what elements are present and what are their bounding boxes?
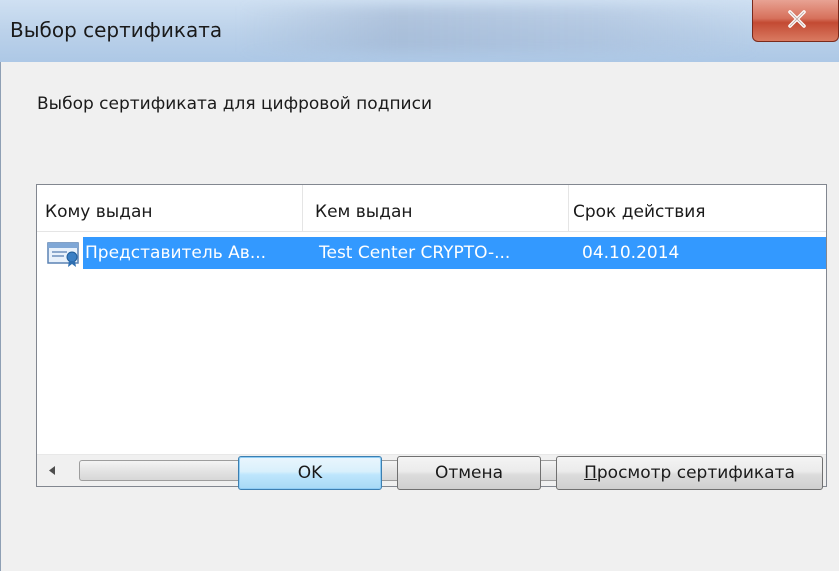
column-header-issued-by[interactable]: Кем выдан: [307, 185, 572, 231]
view-certificate-label: росмотр сертификата: [596, 463, 795, 483]
column-header-expiration[interactable]: Срок действия: [565, 185, 826, 231]
column-header-issued-to[interactable]: Кому выдан: [37, 185, 302, 231]
hotkey-letter: П: [584, 463, 597, 483]
arrow-left-icon: [49, 466, 55, 475]
table-row[interactable]: Представитель Ав... Test Center CRYPTO-.…: [37, 237, 826, 269]
list-header: Кому выдан Кем выдан Срок действия: [37, 185, 826, 232]
certificate-icon: [47, 242, 79, 267]
window-title: Выбор сертификата: [10, 18, 223, 42]
title-bar[interactable]: Выбор сертификата: [0, 0, 839, 62]
scroll-left-button[interactable]: [37, 455, 71, 486]
cell-issued-to: Представитель Ав...: [85, 243, 267, 263]
view-certificate-button[interactable]: Просмотр сертификата: [556, 456, 823, 490]
close-icon: [788, 10, 806, 28]
instruction-text: Выбор сертификата для цифровой подписи: [37, 94, 433, 114]
cancel-button[interactable]: Отмена: [397, 456, 541, 490]
certificate-list[interactable]: Кому выдан Кем выдан Срок действия Предс…: [36, 184, 827, 487]
ok-button[interactable]: OK: [238, 456, 382, 490]
dialog-body: Выбор сертификата для цифровой подписи К…: [0, 62, 839, 571]
close-button[interactable]: [752, 0, 839, 42]
cell-expiration: 04.10.2014: [582, 243, 680, 263]
cell-issued-by: Test Center CRYPTO-...: [319, 243, 511, 263]
column-divider[interactable]: [302, 185, 303, 231]
